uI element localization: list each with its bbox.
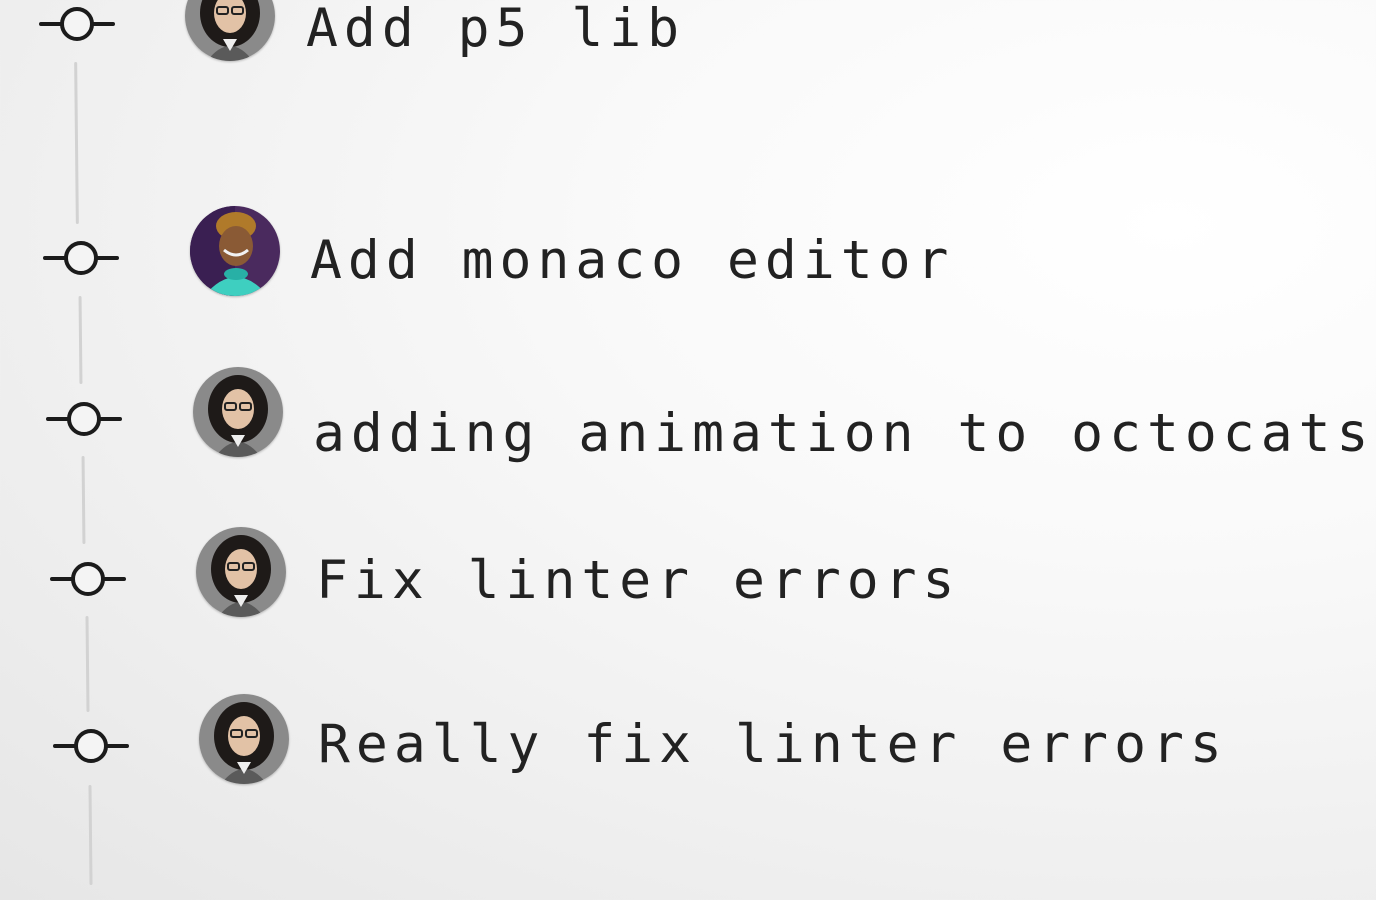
commit-node-icon	[50, 562, 126, 596]
commit-node-icon	[46, 402, 122, 436]
commit-row[interactable]: Really fix linter errors	[0, 694, 1376, 792]
commit-message[interactable]: Add p5 lib	[306, 0, 685, 59]
commit-row[interactable]: Add monaco editor	[0, 206, 1376, 304]
commit-timeline: Add p5 lib Add monaco editor adding anim…	[0, 0, 1376, 900]
commit-node-icon	[43, 241, 119, 275]
timeline-connector	[74, 61, 79, 225]
commit-row[interactable]: adding animation to octocats	[0, 367, 1376, 464]
author-avatar[interactable]	[199, 694, 289, 784]
commit-message[interactable]: adding animation to octocats	[313, 391, 1376, 470]
commit-message-text: adding animation to octocats	[313, 403, 1375, 464]
author-avatar[interactable]	[190, 206, 280, 296]
commit-node-icon	[39, 7, 115, 41]
commit-message[interactable]: Really fix linter errors	[318, 715, 1228, 775]
timeline-connector	[88, 784, 93, 886]
timeline-connector	[81, 455, 86, 545]
commit-node-icon	[53, 729, 129, 763]
commit-row[interactable]: Fix linter errors	[0, 527, 1376, 624]
commit-message[interactable]: Fix linter errors	[316, 551, 960, 611]
timeline-connector	[78, 295, 83, 385]
commit-message[interactable]: Add monaco editor	[310, 231, 954, 291]
author-avatar[interactable]	[196, 527, 286, 617]
commit-row[interactable]: Add p5 lib	[0, 0, 1376, 70]
timeline-connector	[85, 615, 90, 713]
author-avatar[interactable]	[193, 367, 283, 457]
author-avatar[interactable]	[185, 0, 275, 61]
